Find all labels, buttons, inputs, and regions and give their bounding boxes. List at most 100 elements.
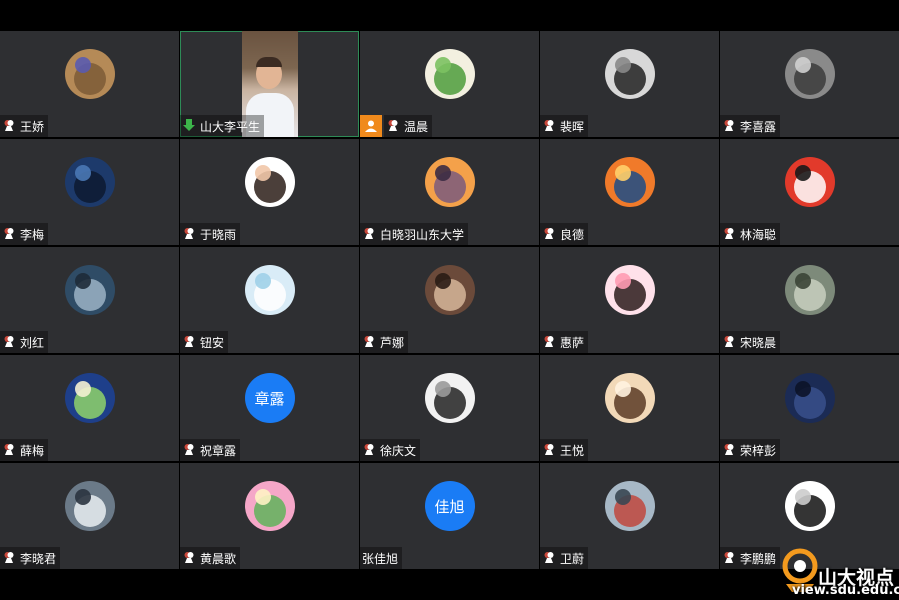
participant-namebar: 张佳旭 [360, 547, 403, 569]
mountain-avatar [64, 481, 115, 531]
participant-namebar: 林海聪 [720, 223, 781, 245]
participant-tile[interactable]: 钮安 [180, 247, 359, 353]
participant-tile[interactable]: 刘红 [0, 247, 179, 353]
lotus-avatar [244, 481, 295, 531]
participant-namebar: 徐庆文 [360, 439, 421, 461]
participant-namebar: 黄晨歌 [180, 547, 241, 569]
participant-tile[interactable]: 章露祝章露 [180, 355, 359, 461]
participant-name: 卫蔚 [560, 551, 585, 566]
participant-namebar: 王悦 [540, 439, 589, 461]
participant-name: 于晓雨 [200, 227, 237, 242]
participant-namebar: 李喜露 [720, 115, 781, 137]
participant-namebar: 裴晖 [540, 115, 589, 137]
participant-tile[interactable]: 佳旭 张佳旭 [360, 463, 539, 569]
participant-tile[interactable]: 于晓雨 [180, 139, 359, 245]
participant-status-icon [362, 441, 380, 460]
tree-avatar [424, 49, 475, 99]
participant-tile[interactable]: 良德 [540, 139, 719, 245]
sunset-avatar [424, 157, 475, 207]
flower-avatar [244, 265, 295, 315]
participant-status-icon [542, 117, 560, 136]
participant-status-icon [182, 333, 200, 352]
participant-name: 王悦 [560, 443, 585, 458]
participant-status-icon [542, 549, 560, 568]
participant-namebar: 芦娜 [360, 331, 409, 353]
street-photo-avatar [604, 49, 655, 99]
participant-status-icon [362, 333, 380, 352]
participant-name: 李鹏鹏 [740, 551, 777, 566]
participant-name: 芦娜 [380, 335, 405, 350]
participant-namebar: 钮安 [180, 331, 229, 353]
participant-tile[interactable]: 宋晓晨 [720, 247, 899, 353]
bridge-avatar [64, 265, 115, 315]
participant-tile[interactable]: 徐庆文 [360, 355, 539, 461]
participant-namebar: 宋晓晨 [720, 331, 781, 353]
participant-name: 王娇 [20, 119, 45, 134]
participant-status-icon [722, 441, 740, 460]
participant-tile[interactable]: 黄晨歌 [180, 463, 359, 569]
participant-namebar: 良德 [540, 223, 589, 245]
building-avatar [784, 265, 835, 315]
participant-name: 山大李平生 [200, 119, 261, 134]
participant-name: 林海聪 [740, 227, 777, 242]
participant-name: 刘红 [20, 335, 45, 350]
participant-tile[interactable]: 李喜露 [720, 31, 899, 137]
participant-name: 祝章露 [200, 443, 237, 458]
cartoon-girl-avatar [244, 157, 295, 207]
participant-tile[interactable]: 山大李平生 [180, 31, 359, 137]
participant-name: 薛梅 [20, 443, 45, 458]
participant-namebar: 李晓君 [0, 547, 61, 569]
participant-tile[interactable]: 林海聪 [720, 139, 899, 245]
horse-drawing-avatar [424, 373, 475, 423]
participant-status-icon [722, 549, 740, 568]
dark-figure-avatar [784, 373, 835, 423]
participant-tile[interactable]: 李晓君 [0, 463, 179, 569]
participant-tile[interactable]: 王悦 [540, 355, 719, 461]
participant-name: 白晓羽山东大学 [380, 227, 465, 242]
participant-status-icon [386, 117, 404, 136]
participant-namebar: 李梅 [0, 223, 49, 245]
download-status-icon [182, 117, 200, 136]
participant-tile[interactable]: 王娇 [0, 31, 179, 137]
participant-status-icon [722, 117, 740, 136]
camera-indicator-icon [360, 115, 382, 137]
participant-name: 黄晨歌 [200, 551, 237, 566]
participant-namebar: 王娇 [0, 115, 49, 137]
participant-namebar: 卫蔚 [540, 547, 589, 569]
participant-tile[interactable]: 芦娜 [360, 247, 539, 353]
participant-tile[interactable]: 温晨 [360, 31, 539, 137]
participant-tile[interactable]: 裴晖 [540, 31, 719, 137]
participant-tile[interactable]: 惠萨 [540, 247, 719, 353]
participant-status-icon [542, 441, 560, 460]
participant-status-icon [2, 117, 20, 136]
participant-namebar: 惠萨 [540, 331, 589, 353]
fish-map-avatar [64, 373, 115, 423]
participant-namebar: 祝章露 [180, 439, 241, 461]
participant-name: 惠萨 [560, 335, 585, 350]
participant-name: 李喜露 [740, 119, 777, 134]
participant-namebar: 山大李平生 [180, 115, 265, 137]
participant-tile[interactable]: 卫蔚 [540, 463, 719, 569]
participant-name: 李晓君 [20, 551, 57, 566]
participant-name: 徐庆文 [380, 443, 417, 458]
participant-status-icon [182, 225, 200, 244]
participant-status-icon [362, 225, 380, 244]
participant-name: 良德 [560, 227, 585, 242]
participant-namebar: 白晓羽山东大学 [360, 223, 469, 245]
participant-tile[interactable]: 白晓羽山东大学 [360, 139, 539, 245]
participant-status-icon [542, 225, 560, 244]
portrait-avatar [424, 265, 475, 315]
participant-tile[interactable]: 薛梅 [0, 355, 179, 461]
participant-name: 裴晖 [560, 119, 585, 134]
participant-namebar: 温晨 [384, 115, 433, 137]
participant-status-icon [182, 549, 200, 568]
night-city-avatar [64, 157, 115, 207]
monkey-plush-avatar [64, 49, 115, 99]
watermark-url: view.sdu.edu.cn [792, 583, 899, 598]
participant-avatar: 佳旭 [424, 481, 475, 531]
participant-tile[interactable]: 李梅 [0, 139, 179, 245]
participant-namebar: 薛梅 [0, 439, 49, 461]
participant-tile[interactable]: 荣梓彭 [720, 355, 899, 461]
participant-name: 温晨 [404, 119, 429, 134]
participant-avatar: 章露 [244, 373, 295, 423]
